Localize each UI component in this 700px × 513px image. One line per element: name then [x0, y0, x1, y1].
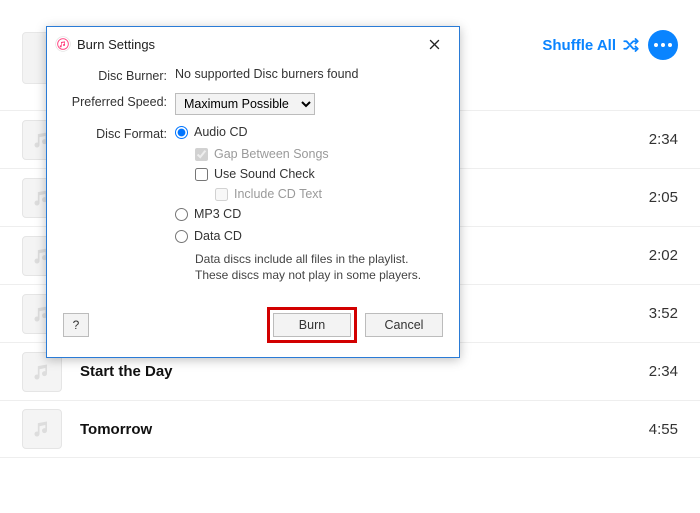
gap-between-songs-checkbox: Gap Between Songs: [195, 147, 443, 161]
data-cd-radio-input[interactable]: [175, 230, 188, 243]
audio-cd-radio-input[interactable]: [175, 126, 188, 139]
use-sound-check-checkbox[interactable]: Use Sound Check: [195, 167, 443, 181]
audio-cd-label: Audio CD: [194, 125, 248, 139]
use-sound-check-label: Use Sound Check: [214, 167, 315, 181]
track-duration: 2:02: [649, 247, 678, 264]
gap-between-songs-input: [195, 148, 208, 161]
mp3-cd-radio-input[interactable]: [175, 208, 188, 221]
burn-button[interactable]: Burn: [273, 313, 351, 337]
gap-between-songs-label: Gap Between Songs: [214, 147, 329, 161]
dialog-title: Burn Settings: [77, 37, 417, 52]
audio-cd-radio[interactable]: Audio CD: [175, 125, 443, 139]
burn-settings-dialog: Burn Settings Disc Burner: No supported …: [46, 26, 460, 358]
help-button[interactable]: ?: [63, 313, 89, 337]
track-duration: 2:34: [649, 131, 678, 148]
track-duration: 3:52: [649, 305, 678, 322]
preferred-speed-select[interactable]: Maximum Possible: [175, 93, 315, 115]
use-sound-check-input[interactable]: [195, 168, 208, 181]
disc-burner-label: Disc Burner:: [63, 67, 175, 83]
close-icon: [429, 39, 440, 50]
shuffle-all-button[interactable]: Shuffle All: [542, 36, 640, 54]
dialog-titlebar: Burn Settings: [47, 27, 459, 61]
preferred-speed-label: Preferred Speed:: [63, 93, 175, 109]
music-note-icon: [32, 362, 52, 382]
mp3-cd-label: MP3 CD: [194, 207, 241, 221]
dialog-footer: ? Burn Cancel: [63, 293, 443, 343]
track-duration: 4:55: [649, 421, 678, 438]
music-note-icon: [32, 419, 52, 439]
track-duration: 2:34: [649, 363, 678, 380]
include-cd-text-checkbox: Include CD Text: [215, 187, 443, 201]
data-cd-note-2: These discs may not play in some players…: [195, 267, 443, 283]
close-button[interactable]: [417, 33, 451, 55]
help-label: ?: [73, 318, 80, 332]
itunes-icon: [55, 36, 71, 52]
include-cd-text-input: [215, 188, 228, 201]
shuffle-icon: [622, 36, 640, 54]
burn-label: Burn: [299, 318, 325, 332]
disc-burner-value: No supported Disc burners found: [175, 67, 443, 81]
track-title: Start the Day: [80, 363, 649, 380]
mp3-cd-radio[interactable]: MP3 CD: [175, 207, 443, 221]
shuffle-all-label: Shuffle All: [542, 37, 616, 54]
dialog-body: Disc Burner: No supported Disc burners f…: [47, 61, 459, 357]
data-cd-label: Data CD: [194, 229, 242, 243]
include-cd-text-label: Include CD Text: [234, 187, 322, 201]
data-cd-radio[interactable]: Data CD: [175, 229, 443, 243]
cancel-label: Cancel: [385, 318, 424, 332]
more-options-button[interactable]: [648, 30, 678, 60]
burn-button-highlight: Burn: [267, 307, 357, 343]
track-row[interactable]: Tomorrow 4:55: [0, 400, 700, 458]
data-cd-note-1: Data discs include all files in the play…: [195, 251, 443, 267]
album-art-placeholder: [22, 409, 62, 449]
cancel-button[interactable]: Cancel: [365, 313, 443, 337]
track-duration: 2:05: [649, 189, 678, 206]
disc-format-label: Disc Format:: [63, 125, 175, 141]
track-title: Tomorrow: [80, 421, 649, 438]
